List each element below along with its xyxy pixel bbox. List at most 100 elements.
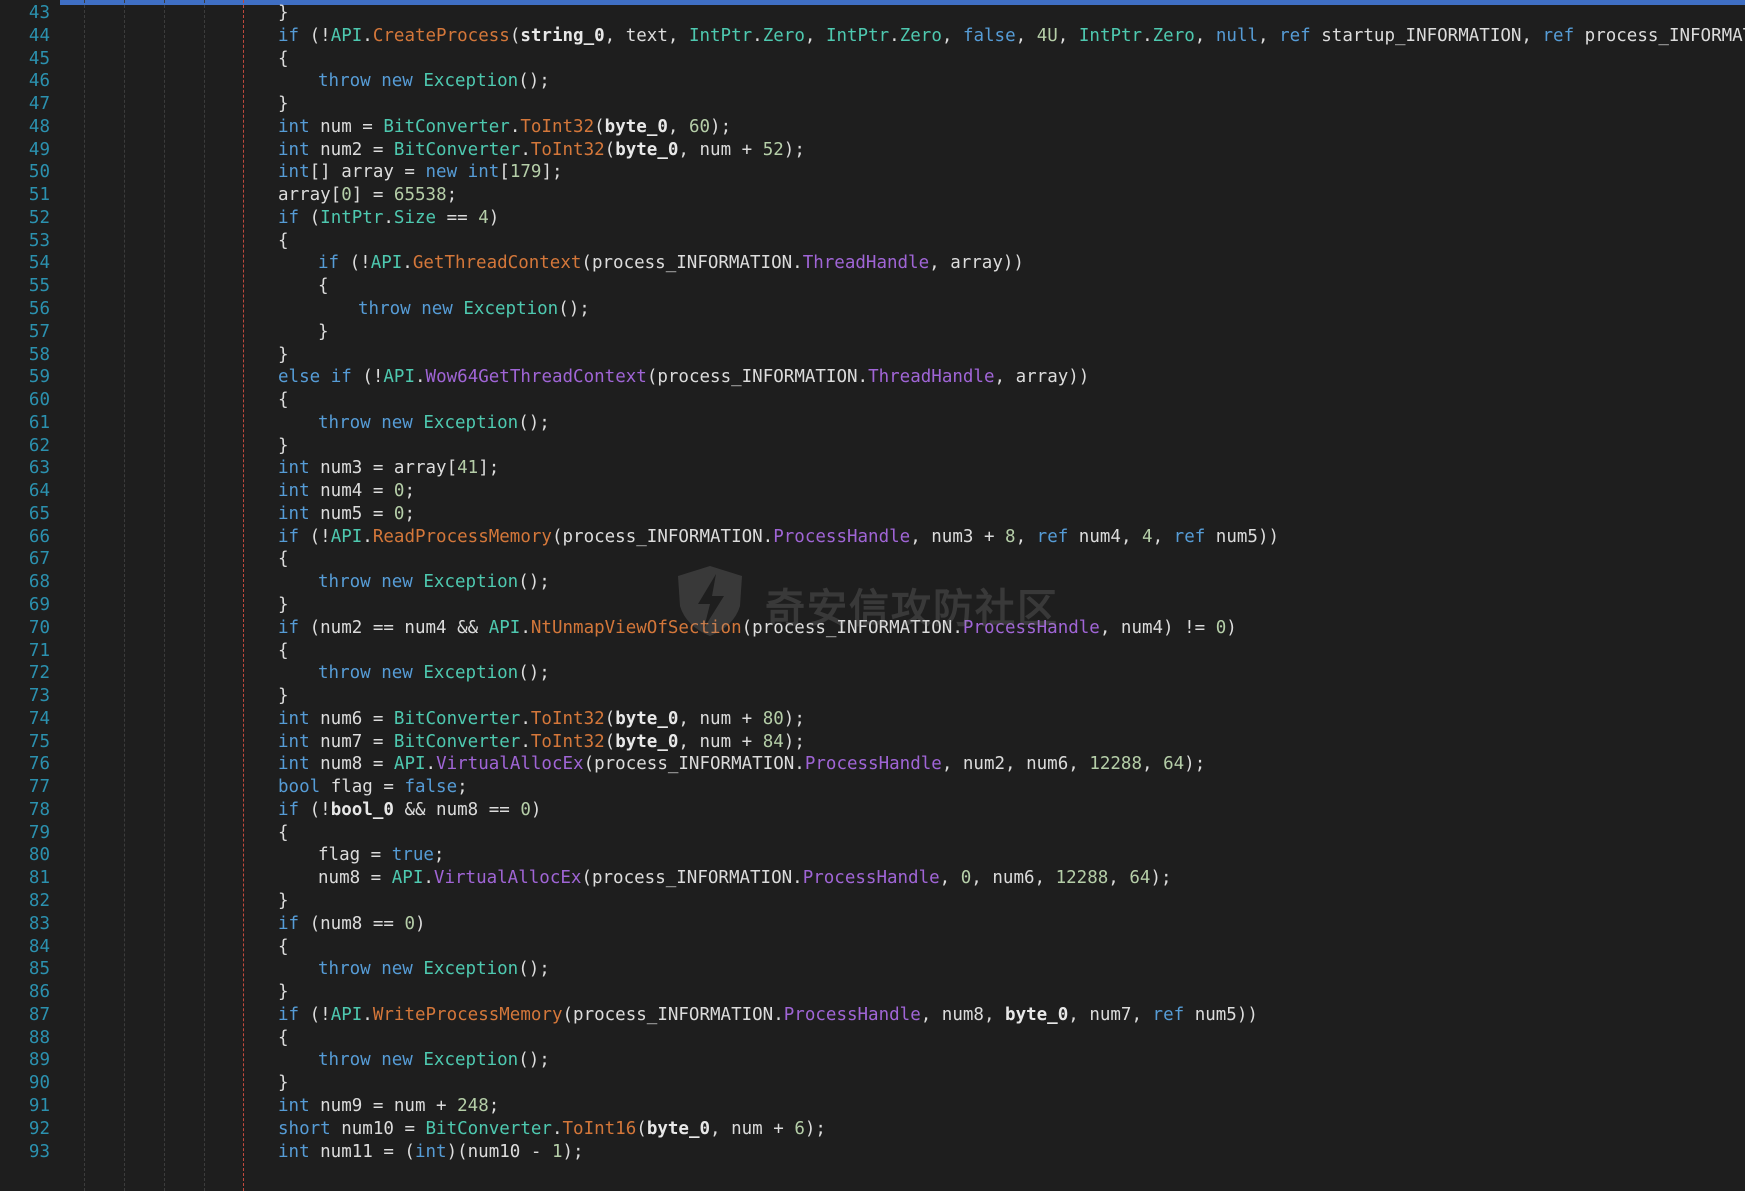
code-line[interactable]: 82} (0, 889, 1745, 913)
code-line[interactable]: 53 { (0, 229, 1745, 253)
code-token: { (278, 230, 289, 251)
code-line[interactable]: 52 if (IntPtr.Size == 4) (0, 206, 1745, 230)
code-text: int num11 = (int)(num10 - 1); (278, 1140, 584, 1164)
code-line[interactable]: 62} (0, 434, 1745, 458)
code-token: , (1015, 526, 1037, 547)
code-line[interactable]: 89 throw new Exception(); (0, 1048, 1745, 1072)
code-line[interactable]: 93 int num11 = (int)(num10 - 1); (0, 1140, 1745, 1164)
code-token: num2 = (309, 139, 394, 160)
code-text: { (278, 639, 289, 663)
code-text: } (278, 92, 289, 116)
line-number: 93 (28, 1141, 50, 1162)
code-token: } (278, 435, 289, 456)
code-line[interactable]: 81 num8 = API.VirtualAllocEx(process_INFO… (0, 866, 1745, 890)
code-token: Zero (762, 25, 805, 46)
code-line[interactable]: 58} (0, 343, 1745, 367)
code-token: BitConverter (393, 139, 521, 160)
code-token: (! (299, 25, 331, 46)
code-line[interactable]: 72 throw new Exception(); (0, 661, 1745, 685)
code-line[interactable]: 48 int num = BitConverter.ToInt32(byte_0,… (0, 115, 1745, 139)
line-number: 64 (28, 481, 50, 502)
code-token: int (278, 162, 310, 183)
code-line[interactable]: 50 int[] array = new int[179]; (0, 160, 1745, 184)
code-line[interactable]: 59 else if (!API.Wow64GetThreadContext(pr… (0, 365, 1745, 389)
code-text: int num6 = BitConverter.ToInt32(byte_0, … (278, 707, 805, 731)
code-line[interactable]: 65 int num5 = 0; (0, 502, 1745, 526)
code-line[interactable]: 92 short num10 = BitConverter.ToInt16(byt… (0, 1117, 1745, 1141)
code-line[interactable]: 55 { (0, 274, 1745, 298)
code-line[interactable]: 91 int num9 = num + 248; (0, 1094, 1745, 1118)
code-token: int (278, 731, 310, 752)
line-number: 46 (28, 71, 50, 92)
code-line[interactable]: 61 throw new Exception(); (0, 411, 1745, 435)
code-token: ); (804, 1118, 826, 1139)
line-number: 73 (28, 686, 50, 707)
code-token: 0 (341, 185, 352, 206)
code-line[interactable]: 86} (0, 980, 1745, 1004)
code-line[interactable]: 83 if (num8 == 0) (0, 912, 1745, 936)
code-line[interactable]: 63 int num3 = array[41]; (0, 456, 1745, 480)
code-text: { (278, 547, 289, 571)
code-token: 84 (762, 731, 784, 752)
code-line[interactable]: 85 throw new Exception(); (0, 957, 1745, 981)
code-token: . (520, 731, 531, 752)
code-token: byte_0 (604, 116, 668, 137)
code-token: ( (636, 1118, 647, 1139)
watermark-text: 奇安信攻防社区 (765, 586, 1059, 632)
code-line[interactable]: 43} (0, 1, 1745, 25)
code-line[interactable]: 79 { (0, 821, 1745, 845)
code-text: throw new Exception(); (318, 69, 550, 93)
code-token: ( (604, 731, 616, 752)
line-number: 49 (28, 139, 50, 160)
code-token: int (278, 754, 310, 775)
code-line[interactable]: 54 if (!API.GetThreadContext(process_INFO… (0, 251, 1745, 275)
code-line[interactable]: 47} (0, 92, 1745, 116)
code-line[interactable]: 49 int num2 = BitConverter.ToInt32(byte_0… (0, 138, 1745, 162)
code-token: , num2, num6, (941, 754, 1090, 775)
code-line[interactable]: 56 throw new Exception(); (0, 297, 1745, 321)
code-line[interactable]: 51 array[0] = 65538; (0, 183, 1745, 207)
code-token: num4 = (309, 481, 394, 502)
code-line[interactable]: 60 { (0, 388, 1745, 412)
code-line[interactable]: 64 int num4 = 0; (0, 479, 1745, 503)
code-token: API (393, 754, 426, 775)
code-line[interactable]: 44 if (!API.CreateProcess(string_0, text,… (0, 24, 1745, 48)
code-token: num8 = (318, 868, 392, 889)
code-token: ProcessHandle (802, 868, 940, 889)
code-line[interactable]: 66 if (!API.ReadProcessMemory(process_INF… (0, 525, 1745, 549)
code-token: . (752, 25, 763, 46)
code-line[interactable]: 45 { (0, 47, 1745, 71)
code-token: BitConverter (393, 731, 521, 752)
code-line[interactable]: 76 int num8 = API.VirtualAllocEx(process_… (0, 752, 1745, 776)
code-token: 0 (393, 503, 405, 524)
code-token: if (278, 799, 300, 820)
code-line[interactable]: 73} (0, 684, 1745, 708)
code-token: VirtualAllocEx (433, 868, 582, 889)
code-line[interactable]: 90} (0, 1071, 1745, 1095)
code-line[interactable]: 88 { (0, 1026, 1745, 1050)
code-line[interactable]: 46 throw new Exception(); (0, 69, 1745, 93)
code-line[interactable]: 57} (0, 320, 1745, 344)
code-line[interactable]: 84 { (0, 935, 1745, 959)
code-line[interactable]: 80 flag = true; (0, 843, 1745, 867)
code-text: throw new Exception(); (318, 1048, 550, 1072)
code-token: (); (518, 1050, 550, 1071)
code-line[interactable]: 77 bool flag = false; (0, 775, 1745, 799)
code-line[interactable]: 75 int num7 = BitConverter.ToInt32(byte_0… (0, 730, 1745, 754)
code-text: } (278, 1071, 289, 1095)
code-line[interactable]: 78 if (!bool_0 && num8 == 0) (0, 798, 1745, 822)
code-token: ) (488, 207, 500, 228)
code-token: } (278, 3, 289, 23)
code-line[interactable]: 87 if (!API.WriteProcessMemory(process_IN… (0, 1003, 1745, 1027)
code-line[interactable]: 71 { (0, 639, 1745, 663)
code-text: } (278, 434, 289, 458)
code-token: new (381, 1050, 413, 1071)
code-line[interactable]: 74 int num6 = BitConverter.ToInt32(byte_0… (0, 707, 1745, 731)
code-token: ) (530, 799, 542, 820)
line-number: 77 (28, 777, 50, 798)
code-token: num5 = (309, 503, 394, 524)
